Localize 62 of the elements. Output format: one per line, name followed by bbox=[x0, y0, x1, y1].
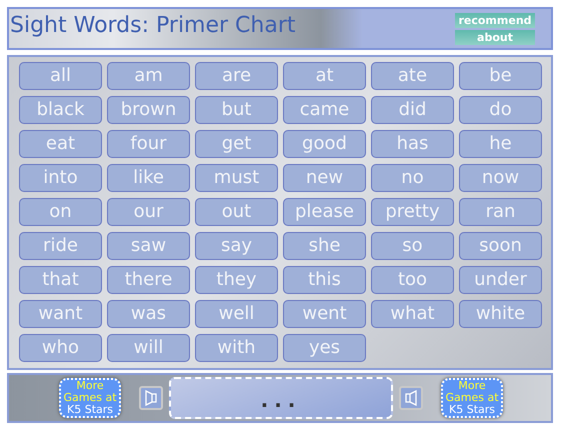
header-button[interactable]: recommend bbox=[455, 12, 535, 28]
word-button[interactable]: yes bbox=[283, 334, 366, 362]
word-button[interactable]: like bbox=[107, 164, 190, 192]
word-button[interactable]: who bbox=[19, 334, 102, 362]
word-button[interactable]: came bbox=[283, 96, 366, 124]
word-button[interactable]: with bbox=[195, 334, 278, 362]
word-button[interactable]: will bbox=[107, 334, 190, 362]
word-button[interactable]: new bbox=[283, 164, 366, 192]
more-games-link[interactable]: More Games at K5 Stars bbox=[59, 378, 121, 418]
word-button[interactable]: there bbox=[107, 266, 190, 294]
speaker-button[interactable] bbox=[399, 386, 423, 410]
speaker-icon bbox=[143, 390, 159, 406]
word-button[interactable]: too bbox=[371, 266, 454, 294]
word-button[interactable]: saw bbox=[107, 232, 190, 260]
word-button[interactable]: black bbox=[19, 96, 102, 124]
word-button[interactable]: so bbox=[371, 232, 454, 260]
word-button[interactable]: must bbox=[195, 164, 278, 192]
word-display-text: ... bbox=[260, 387, 302, 414]
word-button[interactable]: pretty bbox=[371, 198, 454, 226]
word-button[interactable]: he bbox=[459, 130, 542, 158]
speaker-button[interactable] bbox=[139, 386, 163, 410]
word-button[interactable]: eat bbox=[19, 130, 102, 158]
word-button[interactable]: she bbox=[283, 232, 366, 260]
word-button[interactable]: want bbox=[19, 300, 102, 328]
word-button[interactable]: was bbox=[107, 300, 190, 328]
word-button[interactable]: has bbox=[371, 130, 454, 158]
word-button[interactable]: soon bbox=[459, 232, 542, 260]
word-button[interactable]: well bbox=[195, 300, 278, 328]
word-button[interactable]: do bbox=[459, 96, 542, 124]
page-title: Sight Words: Primer Chart bbox=[10, 12, 296, 40]
word-button[interactable]: what bbox=[371, 300, 454, 328]
header-button[interactable]: about bbox=[455, 30, 535, 44]
word-button[interactable]: get bbox=[195, 130, 278, 158]
more-games-link[interactable]: More Games at K5 Stars bbox=[441, 378, 503, 418]
word-button[interactable]: please bbox=[283, 198, 366, 226]
word-button[interactable]: ate bbox=[371, 62, 454, 90]
word-button[interactable]: out bbox=[195, 198, 278, 226]
word-button[interactable]: good bbox=[283, 130, 366, 158]
word-button[interactable]: our bbox=[107, 198, 190, 226]
word-button[interactable]: brown bbox=[107, 96, 190, 124]
word-button[interactable]: did bbox=[371, 96, 454, 124]
word-button[interactable]: ran bbox=[459, 198, 542, 226]
word-button[interactable]: under bbox=[459, 266, 542, 294]
word-button[interactable]: four bbox=[107, 130, 190, 158]
word-button[interactable]: that bbox=[19, 266, 102, 294]
word-button[interactable]: into bbox=[19, 164, 102, 192]
word-button[interactable]: white bbox=[459, 300, 542, 328]
word-button[interactable]: ride bbox=[19, 232, 102, 260]
word-button[interactable]: all bbox=[19, 62, 102, 90]
word-button[interactable]: at bbox=[283, 62, 366, 90]
word-button[interactable]: they bbox=[195, 266, 278, 294]
word-button[interactable]: went bbox=[283, 300, 366, 328]
word-button[interactable]: say bbox=[195, 232, 278, 260]
word-button[interactable]: am bbox=[107, 62, 190, 90]
word-button[interactable]: on bbox=[19, 198, 102, 226]
word-button[interactable]: are bbox=[195, 62, 278, 90]
word-button[interactable]: be bbox=[459, 62, 542, 90]
word-button[interactable]: no bbox=[371, 164, 454, 192]
speaker-icon bbox=[403, 390, 419, 406]
word-button[interactable]: but bbox=[195, 96, 278, 124]
word-button[interactable]: now bbox=[459, 164, 542, 192]
word-button[interactable]: this bbox=[283, 266, 366, 294]
